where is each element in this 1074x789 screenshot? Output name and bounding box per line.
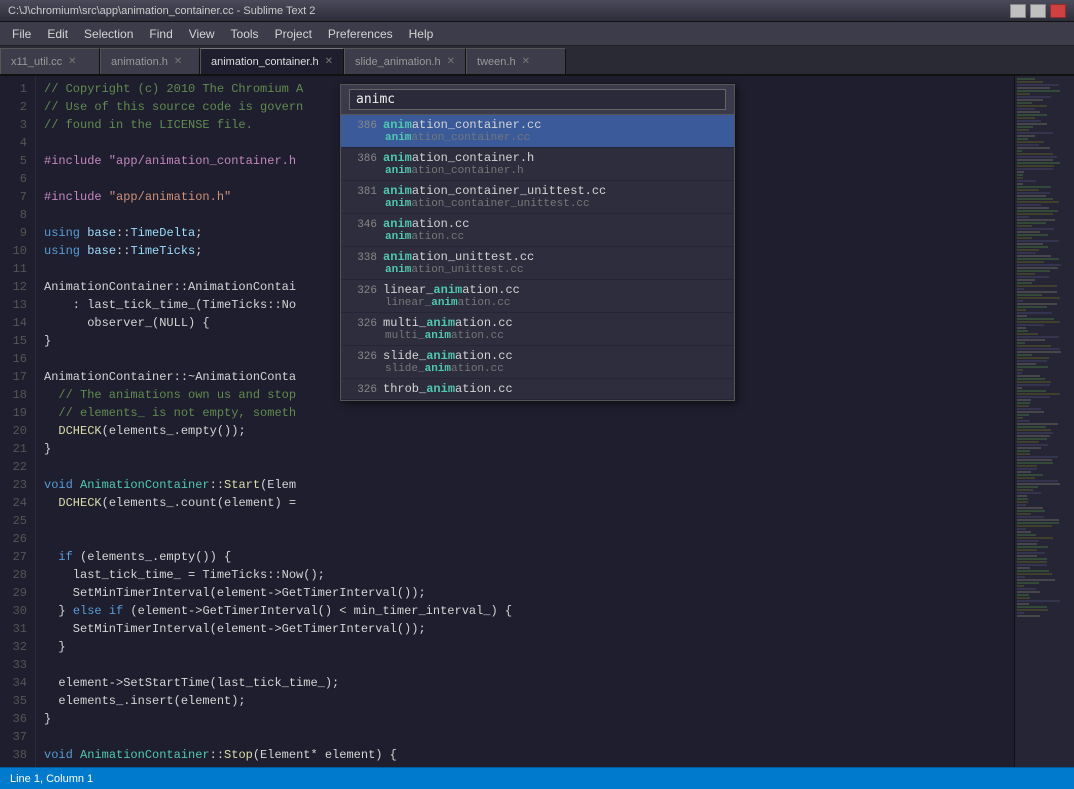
minimap — [1014, 76, 1074, 767]
tab-tween-h[interactable]: tween.h ✕ — [466, 48, 566, 74]
ac-name: throb_animation.cc — [383, 382, 513, 396]
autocomplete-item[interactable]: 386 animation_container.h animation_cont… — [341, 148, 734, 181]
menu-item-view[interactable]: View — [181, 22, 223, 45]
menu-item-project[interactable]: Project — [267, 22, 320, 45]
autocomplete-item[interactable]: 346 animation.cc animation.cc — [341, 214, 734, 247]
autocomplete-item[interactable]: 326 multi_animation.cc multi_animation.c… — [341, 313, 734, 346]
search-input[interactable] — [349, 89, 726, 110]
ac-num: 338 — [349, 252, 377, 264]
ac-name: animation_unittest.cc — [383, 250, 534, 264]
menu-item-selection[interactable]: Selection — [76, 22, 141, 45]
ac-name: animation.cc — [383, 217, 469, 231]
tab-animation_container-h[interactable]: animation_container.h ✕ — [200, 48, 344, 74]
status-bar: Line 1, Column 1 — [0, 767, 1074, 789]
menu-item-help[interactable]: Help — [401, 22, 442, 45]
ac-name: linear_animation.cc — [383, 283, 520, 297]
title-bar: C:\J\chromium\src\app\animation_containe… — [0, 0, 1074, 22]
autocomplete-list[interactable]: 386 animation_container.cc animation_con… — [341, 115, 734, 400]
ac-num: 346 — [349, 219, 377, 231]
tab-animation-h[interactable]: animation.h ✕ — [100, 48, 200, 74]
tab-label: x11_util.cc — [11, 56, 62, 68]
ac-sub: animation.cc — [349, 231, 726, 243]
menu-bar: FileEditSelectionFindViewToolsProjectPre… — [0, 22, 1074, 46]
menu-item-file[interactable]: File — [4, 22, 39, 45]
window-controls — [1010, 4, 1066, 18]
search-input-row — [341, 85, 734, 115]
autocomplete-item[interactable]: 381 animation_container_unittest.cc anim… — [341, 181, 734, 214]
menu-item-preferences[interactable]: Preferences — [320, 22, 401, 45]
ac-name: animation_container.h — [383, 151, 534, 165]
ac-name: multi_animation.cc — [383, 316, 513, 330]
menu-item-tools[interactable]: Tools — [223, 22, 267, 45]
autocomplete-dropdown: 386 animation_container.cc animation_con… — [340, 84, 735, 401]
menu-item-edit[interactable]: Edit — [39, 22, 76, 45]
ac-num: 386 — [349, 120, 377, 132]
close-button[interactable] — [1050, 4, 1066, 18]
autocomplete-item[interactable]: 326 throb_animation.cc — [341, 379, 734, 400]
ac-sub: multi_animation.cc — [349, 330, 726, 342]
tab-label: animation_container.h — [211, 56, 319, 68]
ac-name: animation_container.cc — [383, 118, 541, 132]
ac-num: 326 — [349, 285, 377, 297]
autocomplete-item[interactable]: 326 linear_animation.cc linear_animation… — [341, 280, 734, 313]
ac-num: 381 — [349, 186, 377, 198]
minimize-button[interactable] — [1010, 4, 1026, 18]
ac-sub: animation_container.cc — [349, 132, 726, 144]
tab-label: slide_animation.h — [355, 56, 441, 68]
maximize-button[interactable] — [1030, 4, 1046, 18]
tab-close-icon[interactable]: ✕ — [522, 56, 530, 67]
ac-name: animation_container_unittest.cc — [383, 184, 606, 198]
tab-bar: x11_util.cc✕animation.h✕animation_contai… — [0, 46, 1074, 76]
autocomplete-item[interactable]: 326 slide_animation.cc slide_animation.c… — [341, 346, 734, 379]
tab-label: animation.h — [111, 56, 168, 68]
tab-close-icon[interactable]: ✕ — [174, 56, 182, 67]
ac-sub: animation_unittest.cc — [349, 264, 726, 276]
menu-item-find[interactable]: Find — [141, 22, 180, 45]
tab-x11_util-cc[interactable]: x11_util.cc ✕ — [0, 48, 100, 74]
line-numbers: 1234567891011121314151617181920212223242… — [0, 76, 36, 767]
ac-sub: linear_animation.cc — [349, 297, 726, 309]
title-text: C:\J\chromium\src\app\animation_containe… — [8, 5, 315, 17]
ac-num: 326 — [349, 351, 377, 363]
ac-sub: animation_container_unittest.cc — [349, 198, 726, 210]
tab-label: tween.h — [477, 56, 516, 68]
tab-close-icon[interactable]: ✕ — [325, 56, 333, 67]
minimap-content — [1015, 76, 1074, 620]
status-text: Line 1, Column 1 — [10, 773, 93, 785]
ac-sub: animation_container.h — [349, 165, 726, 177]
ac-num: 386 — [349, 153, 377, 165]
autocomplete-item[interactable]: 338 animation_unittest.cc animation_unit… — [341, 247, 734, 280]
ac-num: 326 — [349, 318, 377, 330]
code-area: 1234567891011121314151617181920212223242… — [0, 76, 1014, 767]
ac-name: slide_animation.cc — [383, 349, 513, 363]
tab-slide_animation-h[interactable]: slide_animation.h ✕ — [344, 48, 466, 74]
ac-num: 326 — [349, 384, 377, 396]
tab-close-icon[interactable]: ✕ — [447, 56, 455, 67]
ac-sub: slide_animation.cc — [349, 363, 726, 375]
main-content: 1234567891011121314151617181920212223242… — [0, 76, 1074, 767]
autocomplete-item[interactable]: 386 animation_container.cc animation_con… — [341, 115, 734, 148]
tab-close-icon[interactable]: ✕ — [68, 56, 76, 67]
